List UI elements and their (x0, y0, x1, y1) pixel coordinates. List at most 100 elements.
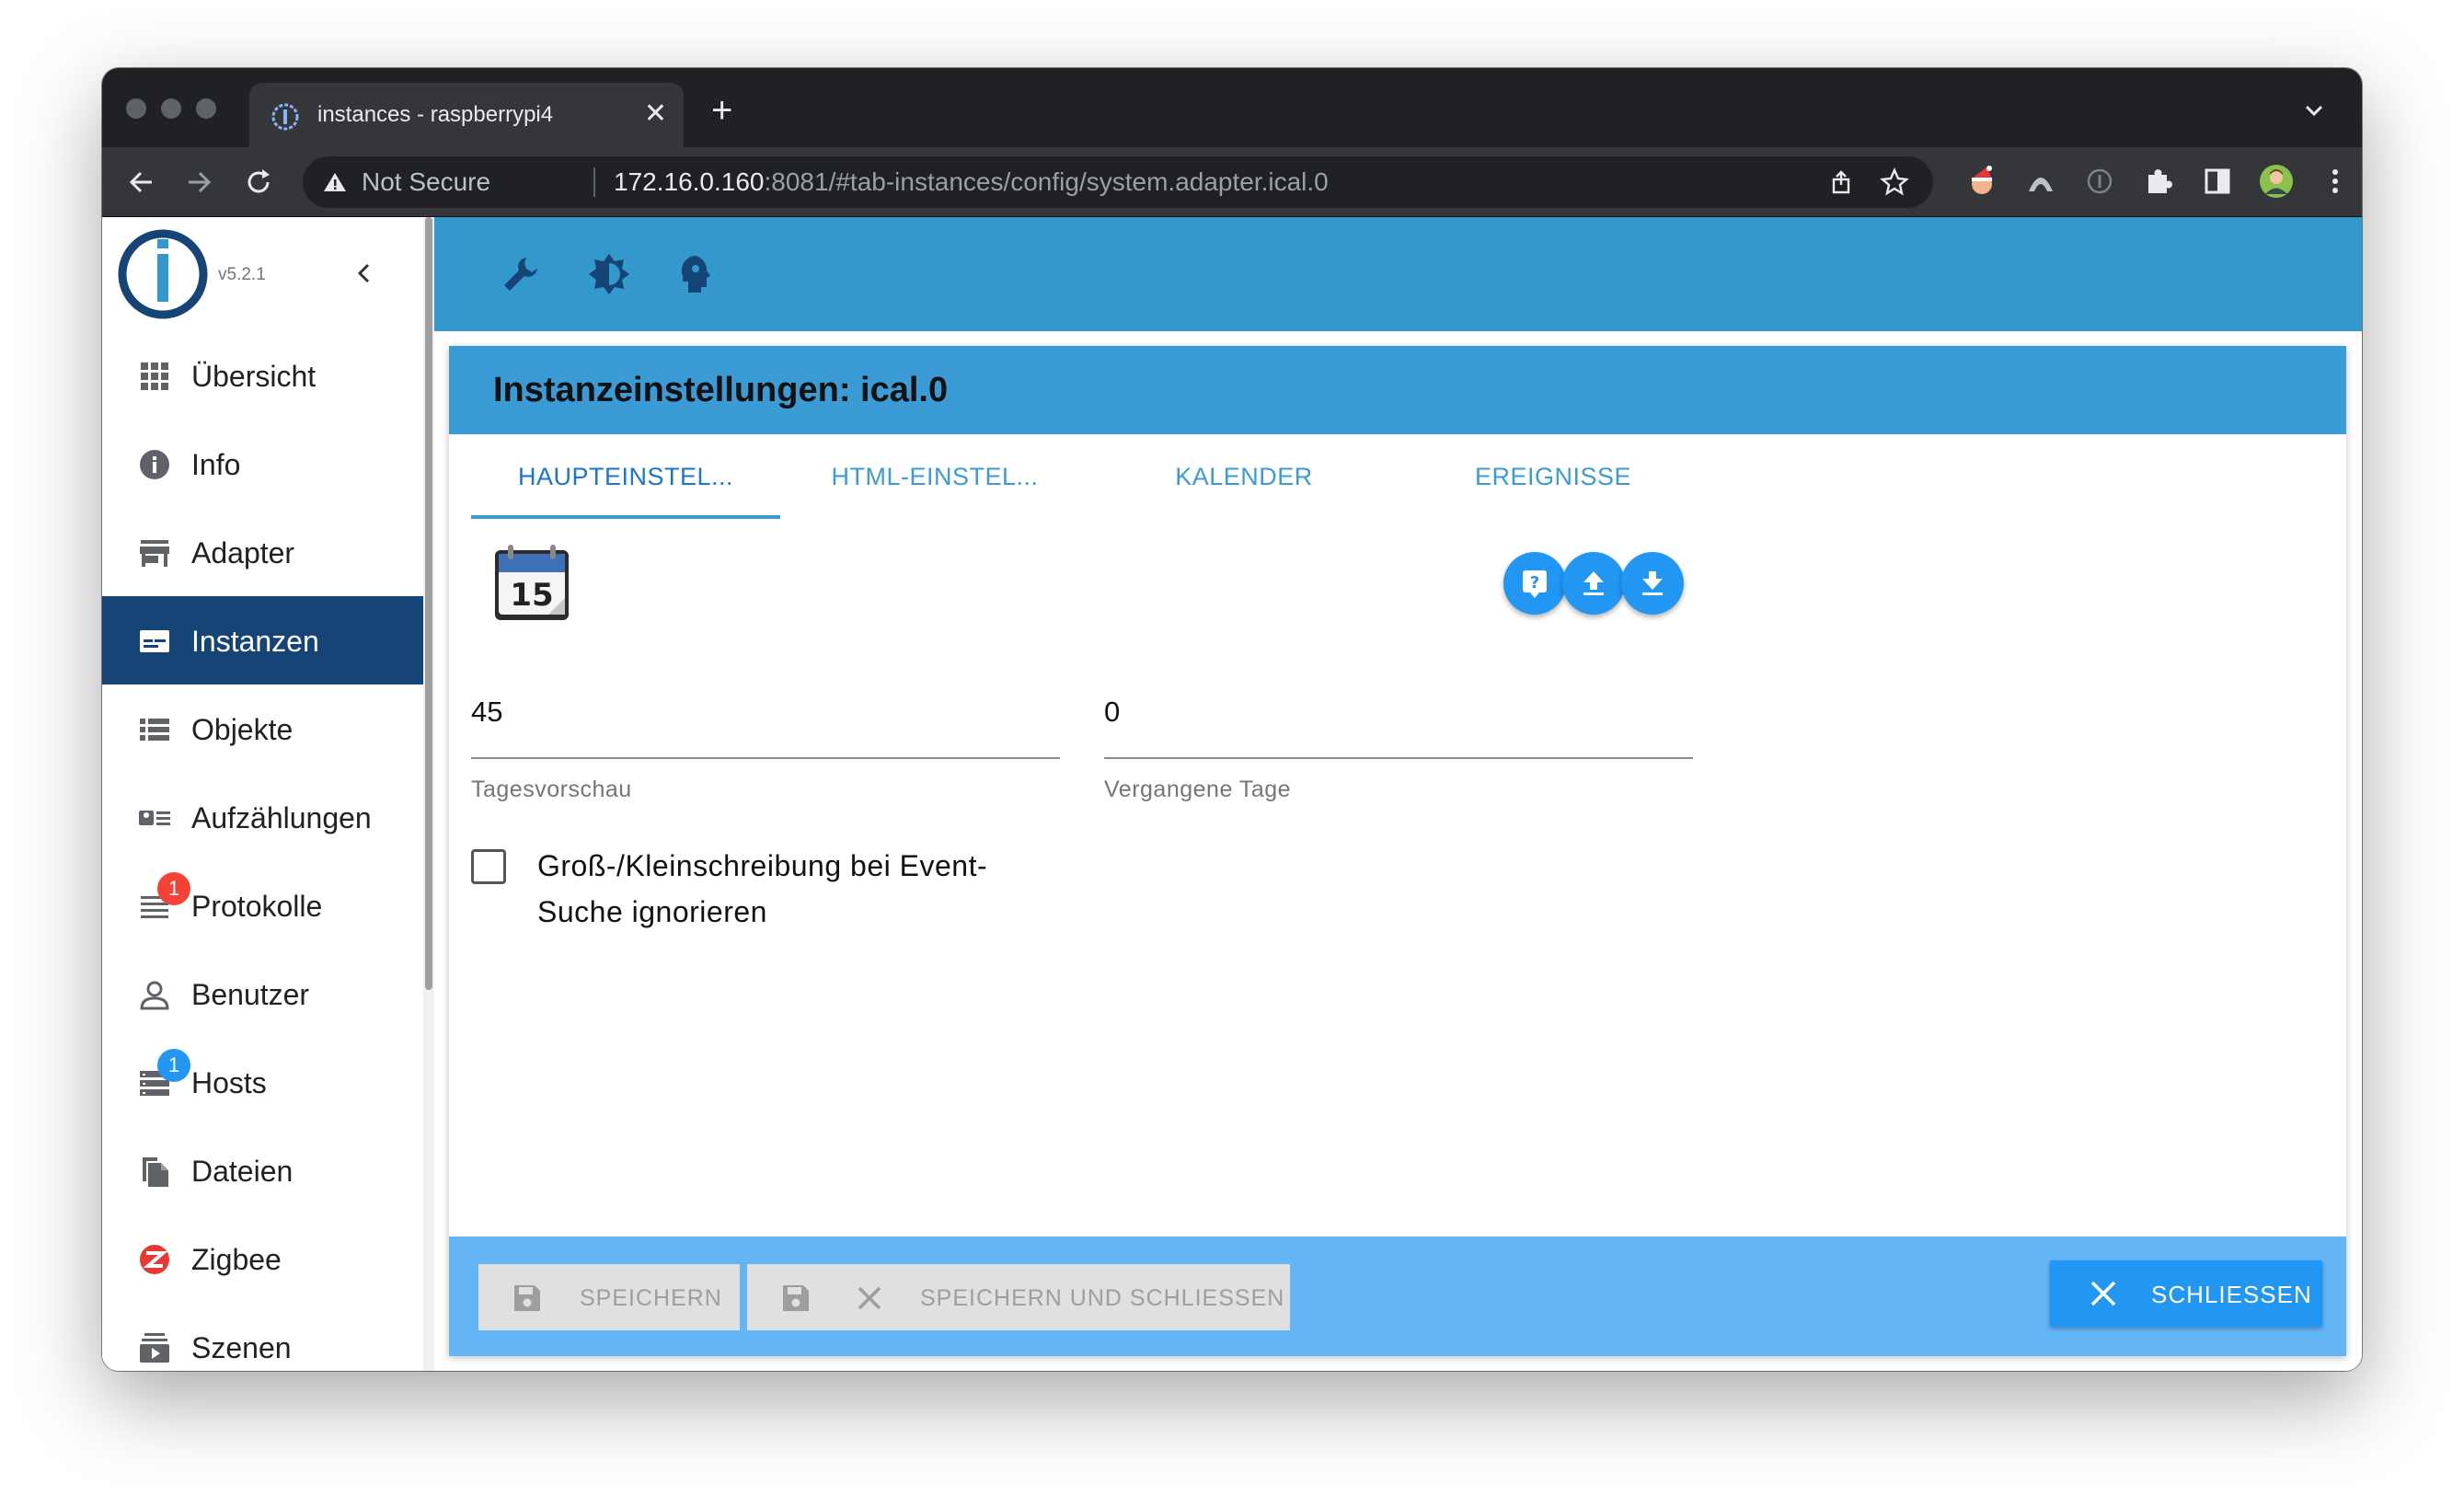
dialog-header: Instanzeinstellungen: ical.0 (449, 346, 2346, 434)
url-text: 172.16.0.160:8081/#tab-instances/config/… (614, 168, 1329, 196)
sidebar-item-apps-grid[interactable]: Übersicht (102, 331, 423, 420)
new-tab-button[interactable]: + (711, 92, 732, 129)
version-label: v5.2.1 (218, 265, 266, 284)
sidebar-item-label: Benutzer (191, 978, 310, 1011)
save-and-close-button[interactable]: SPEICHERN UND SCHLIESSEN (747, 1264, 1290, 1330)
sidebar-item-zigbee[interactable]: Zigbee (102, 1214, 423, 1303)
iobroker-favicon-icon (271, 103, 299, 131)
days-preview-value[interactable]: 45 (471, 694, 502, 730)
sidebar-item-store[interactable]: Adapter (102, 508, 423, 596)
sidebar-item-label: Info (191, 448, 241, 481)
dialog-title: Instanzeinstellungen: ical.0 (493, 371, 949, 409)
not-secure-label: Not Secure (362, 167, 491, 196)
side-panel-icon[interactable] (2200, 164, 2235, 199)
days-preview-field[interactable]: 45 Tagesvorschau (471, 694, 1060, 832)
window-zoom-dot[interactable] (196, 98, 216, 119)
past-days-field[interactable]: 0 Vergangene Tage (1104, 694, 1693, 832)
save-floppy-icon (783, 1285, 809, 1311)
svg-text:15: 15 (510, 577, 553, 614)
tab-title: instances - raspberrypi4 (317, 102, 554, 127)
svg-text:?: ? (1530, 573, 1539, 592)
url-path: :8081/#tab-instances/config/system.adapt… (764, 167, 1329, 196)
sidebar-item-label: Objekte (191, 713, 294, 746)
close-x-icon (2090, 1281, 2116, 1306)
save-floppy-icon (514, 1285, 540, 1311)
santa-extension-icon[interactable] (1964, 164, 1999, 199)
notification-badge: 1 (157, 1049, 190, 1082)
arc-extension-icon[interactable] (2023, 164, 2058, 199)
sidebar-item-label: Dateien (191, 1155, 294, 1188)
sidebar-item-hosts[interactable]: Hosts 1 (102, 1038, 423, 1126)
profile-avatar-icon[interactable] (2259, 164, 2294, 199)
sidebar-item-info[interactable]: Info (102, 420, 423, 508)
tab-events[interactable]: EREIGNISSE (1399, 434, 1708, 519)
apps-grid-icon (141, 362, 168, 390)
download-settings-button[interactable] (1621, 552, 1684, 615)
ignore-case-label[interactable]: Groß-/Kleinschreibung bei Event-Suche ig… (537, 843, 1053, 935)
store-icon (140, 540, 169, 567)
sidebar-header: v5.2.1 (102, 217, 423, 331)
past-days-value[interactable]: 0 (1104, 694, 1120, 730)
tab-search-chevron-icon[interactable] (2303, 101, 2325, 120)
close-button-label: SCHLIESSEN (2151, 1281, 2312, 1308)
instances-toolbar (434, 217, 2362, 331)
close-x-icon (858, 1286, 881, 1310)
iobroker-app: v5.2.1 Übersicht Info Adapter Instanzen Obje… (102, 217, 2362, 1371)
sidebar-item-logs[interactable]: Protokolle 1 (102, 861, 423, 949)
ignore-case-checkbox[interactable] (471, 849, 506, 884)
sidebar-item-files[interactable]: Dateien (102, 1126, 423, 1214)
window-close-dot[interactable] (126, 98, 146, 119)
scenes-icon (140, 1333, 169, 1363)
list-icon (140, 719, 169, 741)
chevron-left-icon[interactable] (351, 259, 378, 287)
expert-mode-head-icon[interactable] (674, 252, 718, 296)
extensions-puzzle-icon[interactable] (2141, 164, 2176, 199)
save-button[interactable]: SPEICHERN (478, 1264, 740, 1330)
info-icon (140, 450, 169, 479)
close-button[interactable]: SCHLIESSEN (2050, 1260, 2322, 1327)
upload-icon (1583, 571, 1604, 595)
sidebar-item-label: Zigbee (191, 1243, 282, 1276)
tab-strip: instances - raspberrypi4 ✕ + (102, 68, 2362, 147)
main-area: Instanzeinstellungen: ical.0 HAUPTEINSTE… (434, 217, 2362, 1371)
wrench-icon[interactable] (499, 252, 543, 296)
tab-close-icon[interactable]: ✕ (644, 98, 667, 130)
sidebar-item-label: Instanzen (191, 625, 319, 658)
days-preview-label: Tagesvorschau (471, 777, 632, 802)
sidebar-item-label: Protokolle (191, 890, 323, 923)
files-icon (143, 1157, 168, 1187)
warning-triangle-icon (324, 173, 346, 191)
browser-toolbar: Not Secure 172.16.0.160:8081/#tab-instan… (102, 147, 2362, 217)
sidebar-item-label: Hosts (191, 1066, 267, 1099)
tab-main-settings[interactable]: HAUPTEINSTEL... (471, 434, 780, 519)
address-bar[interactable]: Not Secure 172.16.0.160:8081/#tab-instan… (303, 156, 1933, 208)
upload-settings-button[interactable] (1562, 552, 1625, 615)
active-tab-indicator (471, 515, 780, 519)
bookmark-star-icon[interactable] (1880, 167, 1909, 197)
window-minimize-dot[interactable] (161, 98, 181, 119)
tab-html-settings[interactable]: HTML-EINSTEL... (780, 434, 1089, 519)
sidebar-nav: Übersicht Info Adapter Instanzen Objekte Aufz… (102, 331, 423, 1371)
back-arrow-icon[interactable] (124, 166, 157, 199)
sidebar-item-enum[interactable]: Aufzählungen (102, 773, 423, 861)
browser-window: instances - raspberrypi4 ✕ + Not Secure … (102, 68, 2362, 1371)
sidebar-item-instances[interactable]: Instanzen (102, 596, 423, 684)
notification-badge: 1 (157, 872, 190, 905)
browser-menu-icon[interactable] (2318, 164, 2353, 199)
help-icon: ? (1523, 570, 1547, 598)
url-host: 172.16.0.160 (614, 167, 765, 196)
brightness-icon[interactable] (587, 252, 631, 296)
browser-tab[interactable]: instances - raspberrypi4 ✕ (249, 83, 684, 147)
dialog-footer: SPEICHERN SPEICHERN UND SCHLIESSEN SCHLI… (449, 1237, 2346, 1356)
sidebar-scrollbar-thumb[interactable] (425, 217, 432, 990)
sidebar-item-list[interactable]: Objekte (102, 684, 423, 773)
password-extension-icon[interactable] (2082, 164, 2117, 199)
help-button[interactable]: ? (1503, 552, 1566, 615)
sidebar-item-scenes[interactable]: Szenen (102, 1303, 423, 1371)
forward-arrow-icon[interactable] (183, 166, 216, 199)
reload-icon[interactable] (242, 166, 275, 199)
sidebar-item-user[interactable]: Benutzer (102, 949, 423, 1038)
tab-calendars[interactable]: KALENDER (1089, 434, 1399, 519)
download-icon (1642, 571, 1663, 595)
share-icon[interactable] (1828, 169, 1854, 195)
